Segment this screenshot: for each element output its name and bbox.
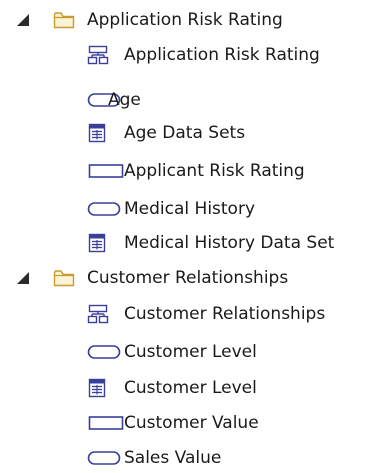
item-label: Customer Level — [124, 378, 257, 398]
tree-node-item[interactable]: Medical History — [0, 194, 383, 224]
item-label: Customer Level — [124, 342, 257, 362]
folder-icon — [52, 263, 76, 293]
decision-icon — [87, 156, 125, 186]
tree-node-package[interactable]: Application Risk Rating — [0, 5, 383, 35]
tree-node-item[interactable]: Applicant Risk Rating — [0, 156, 383, 186]
project-browser-tree: Application Risk Rating Application Risk… — [0, 0, 383, 470]
data-set-icon — [87, 373, 107, 403]
package-label: Customer Relationships — [87, 268, 289, 288]
item-label: Sales Value — [124, 448, 222, 468]
input-data-icon — [87, 337, 121, 367]
tree-node-item[interactable]: Customer Relationships — [0, 299, 383, 329]
item-label: Medical History Data Set — [124, 233, 335, 253]
decision-icon — [87, 408, 125, 438]
data-set-icon — [87, 228, 107, 258]
folder-icon — [52, 5, 76, 35]
decision-diagram-icon — [87, 299, 109, 329]
item-label: Applicant Risk Rating — [124, 161, 305, 181]
tree-node-item[interactable]: Medical History Data Set — [0, 228, 383, 258]
tree-node-item[interactable]: Customer Level — [0, 373, 383, 403]
package-label: Application Risk Rating — [87, 10, 283, 30]
item-label: Age Data Sets — [124, 123, 246, 143]
tree-node-item[interactable]: Application Risk Rating — [0, 40, 383, 70]
input-data-icon — [87, 443, 121, 473]
tree-node-item[interactable]: Customer Value — [0, 408, 383, 438]
tree-node-item[interactable]: Age — [0, 85, 383, 115]
item-label: Medical History — [124, 199, 256, 219]
collapse-triangle-icon[interactable] — [15, 12, 31, 28]
tree-node-item[interactable]: Age Data Sets — [0, 118, 383, 148]
item-label: Customer Relationships — [124, 304, 326, 324]
item-label: Age — [108, 90, 141, 110]
decision-diagram-icon — [87, 40, 109, 70]
tree-node-item[interactable]: Sales Value — [0, 443, 383, 473]
data-set-icon — [87, 118, 107, 148]
tree-node-item[interactable]: Customer Level — [0, 337, 383, 367]
tree-node-package[interactable]: Customer Relationships — [0, 263, 383, 293]
item-label: Customer Value — [124, 413, 259, 433]
collapse-triangle-icon[interactable] — [15, 270, 31, 286]
item-label: Application Risk Rating — [124, 45, 320, 65]
input-data-icon — [87, 194, 121, 224]
